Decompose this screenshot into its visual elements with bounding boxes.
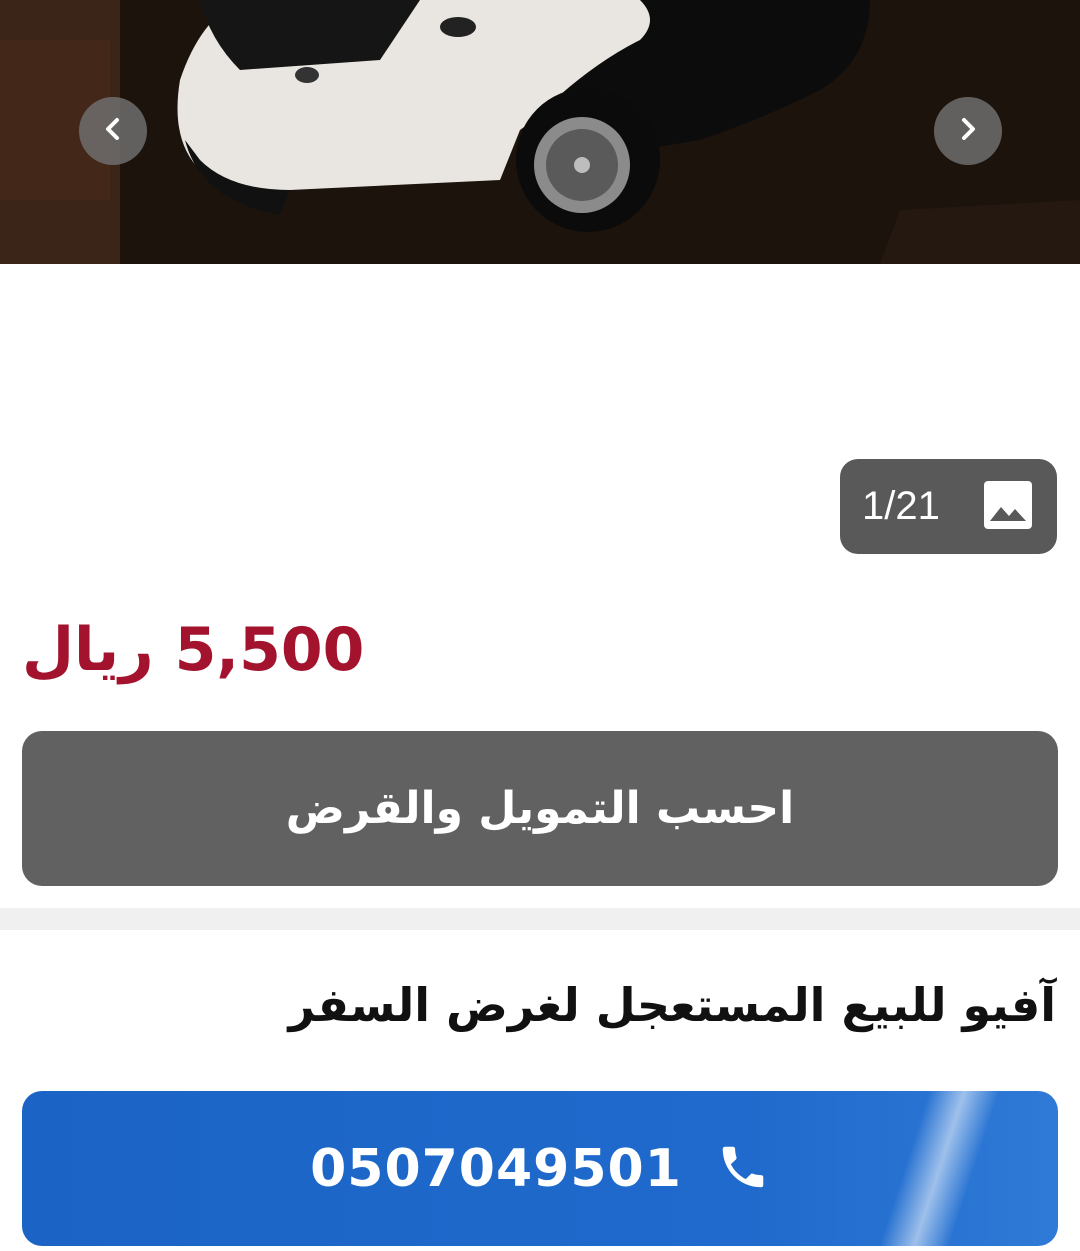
phone-number: 0507049501 — [310, 1138, 682, 1199]
image-counter-badge[interactable]: 1/21 — [840, 459, 1057, 554]
image-counter-text: 1/21 — [862, 484, 940, 528]
chevron-left-icon — [98, 114, 128, 148]
listing-price: 5,500 ريال — [22, 615, 365, 685]
phone-icon — [716, 1140, 770, 1198]
image-icon — [983, 480, 1033, 534]
button-shine — [871, 1091, 1003, 1246]
gallery-next-button[interactable] — [934, 97, 1002, 165]
gallery-prev-button[interactable] — [79, 97, 147, 165]
listing-page: 1/21 5,500 ريال احسب التمويل والقرض آفيو… — [0, 0, 1080, 1251]
photo-gallery[interactable] — [0, 0, 1080, 264]
section-divider — [0, 908, 1080, 930]
calculate-finance-button[interactable]: احسب التمويل والقرض — [22, 731, 1058, 886]
car-photo — [0, 0, 1080, 264]
chevron-right-icon — [953, 114, 983, 148]
listing-title: آفيو للبيع المستعجل لغرض السفر — [288, 978, 1056, 1032]
call-button-content: 0507049501 — [310, 1139, 770, 1199]
call-button[interactable]: 0507049501 — [22, 1091, 1058, 1246]
